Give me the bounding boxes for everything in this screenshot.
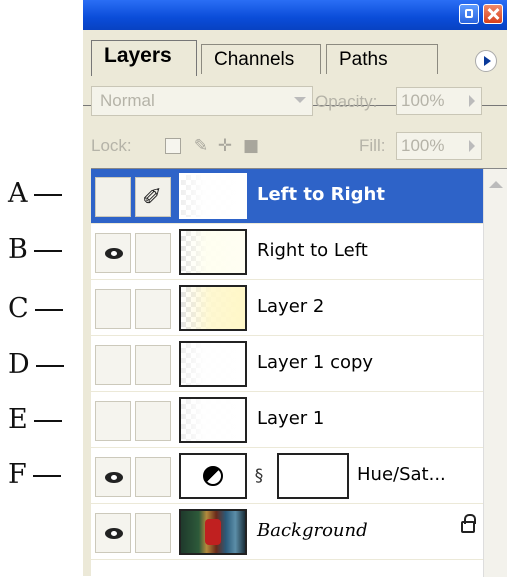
layer-name[interactable]: Left to Right: [257, 184, 385, 205]
layer-thumbnail[interactable]: [179, 173, 247, 219]
layer-row-hue-saturation[interactable]: § Hue/Sat...: [91, 449, 483, 504]
layers-palette: Layers Channels Paths Normal Opacity: 10…: [83, 0, 507, 577]
layer-thumbnail[interactable]: [179, 397, 247, 443]
link-cell[interactable]: [135, 233, 171, 273]
layer-row-left-to-right[interactable]: ✐ Left to Right: [91, 169, 483, 224]
palette-titlebar[interactable]: [83, 0, 507, 30]
callout-e: E: [8, 405, 62, 435]
visibility-toggle[interactable]: [95, 177, 131, 217]
lock-transparency-checkbox[interactable]: [165, 138, 181, 154]
lock-all-icon[interactable]: ■: [243, 138, 259, 155]
visibility-toggle[interactable]: [95, 233, 131, 273]
eye-icon: [105, 528, 123, 539]
layer-row-layer-1-copy[interactable]: Layer 1 copy: [91, 337, 483, 392]
adjustment-layer-icon: [203, 466, 223, 486]
paintbrush-link-cell[interactable]: ✐: [135, 177, 171, 217]
blend-row: Normal Opacity: 100%: [83, 82, 507, 122]
eye-icon: [105, 472, 123, 483]
layer-name[interactable]: Layer 1 copy: [257, 352, 373, 373]
lock-label: Lock:: [91, 136, 132, 155]
lock-icon: [461, 514, 476, 533]
close-button[interactable]: [483, 4, 503, 24]
palette-menu-arrow-icon[interactable]: [475, 50, 497, 72]
callout-d: D: [8, 350, 64, 380]
layer-row-background[interactable]: Background: [91, 505, 483, 560]
opacity-field[interactable]: 100%: [396, 87, 482, 115]
adjustment-thumbnail[interactable]: [179, 453, 247, 499]
link-cell[interactable]: [135, 513, 171, 553]
layer-row-layer-2[interactable]: Layer 2: [91, 281, 483, 336]
layers-list: ✐ Left to Right Right to Left Layer 2 La…: [91, 168, 507, 577]
lock-image-brush-icon[interactable]: ✎: [193, 138, 209, 155]
layer-name[interactable]: Right to Left: [257, 240, 368, 261]
tab-layers[interactable]: Layers: [91, 40, 197, 76]
background-thumbnail[interactable]: [179, 509, 247, 555]
lock-position-move-icon[interactable]: ✛: [217, 138, 233, 155]
visibility-toggle[interactable]: [95, 457, 131, 497]
layer-row-right-to-left[interactable]: Right to Left: [91, 225, 483, 280]
chevron-down-icon: [294, 97, 306, 103]
fill-field[interactable]: 100%: [396, 132, 482, 160]
scroll-up-arrow-icon[interactable]: [489, 181, 503, 188]
fill-label: Fill:: [359, 136, 386, 155]
opacity-value: 100%: [401, 91, 445, 110]
callout-a: A: [8, 179, 62, 209]
fill-arrow-icon[interactable]: [469, 140, 475, 152]
palette-tabs: Layers Channels Paths: [83, 30, 507, 106]
layer-name[interactable]: Background: [257, 520, 368, 541]
fill-value: 100%: [401, 136, 445, 155]
callout-labels: A B C D E F: [0, 0, 85, 576]
tab-channels[interactable]: Channels: [201, 44, 321, 74]
link-cell[interactable]: [135, 457, 171, 497]
visibility-toggle[interactable]: [95, 345, 131, 385]
callout-b: B: [8, 235, 62, 265]
link-cell[interactable]: [135, 401, 171, 441]
link-cell[interactable]: [135, 289, 171, 329]
blend-mode-select[interactable]: Normal: [91, 86, 313, 116]
layer-name[interactable]: Layer 2: [257, 296, 324, 317]
layer-thumbnail[interactable]: [179, 285, 247, 331]
visibility-toggle[interactable]: [95, 289, 131, 329]
layer-thumbnail[interactable]: [179, 341, 247, 387]
eye-icon: [105, 248, 123, 259]
layers-scrollbar[interactable]: [483, 169, 507, 577]
tab-paths[interactable]: Paths: [326, 44, 438, 74]
layer-thumbnail[interactable]: [179, 229, 247, 275]
opacity-label: Opacity:: [315, 92, 378, 111]
callout-c: C: [8, 294, 63, 324]
minimize-button[interactable]: [459, 4, 479, 24]
paintbrush-icon: ✐: [142, 183, 163, 211]
lock-row: Lock: ✎ ✛ ■ Fill: 100%: [83, 126, 507, 166]
blend-mode-value: Normal: [100, 91, 155, 110]
layer-name[interactable]: Hue/Sat...: [357, 464, 446, 485]
layer-mask-thumbnail[interactable]: [277, 453, 349, 499]
layer-name[interactable]: Layer 1: [257, 408, 324, 429]
visibility-toggle[interactable]: [95, 401, 131, 441]
visibility-toggle[interactable]: [95, 513, 131, 553]
layer-row-layer-1[interactable]: Layer 1: [91, 393, 483, 448]
chain-link-icon[interactable]: §: [253, 463, 265, 489]
link-cell[interactable]: [135, 345, 171, 385]
opacity-arrow-icon[interactable]: [469, 95, 475, 107]
callout-f: F: [8, 460, 61, 490]
